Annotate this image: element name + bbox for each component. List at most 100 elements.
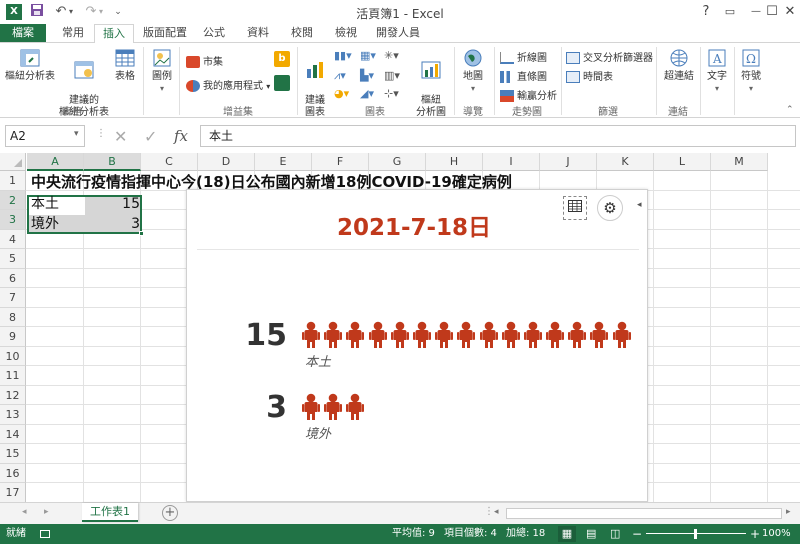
row-header-17[interactable]: 17 <box>0 483 26 502</box>
tab-home[interactable]: 常用 <box>54 24 92 42</box>
page-layout-view-icon[interactable]: ▤ <box>586 524 596 544</box>
slicer-button[interactable]: 交叉分析篩選器 <box>566 49 653 64</box>
text-button[interactable]: A 文字 ▾ <box>704 47 730 95</box>
statistic-chart-icon[interactable]: ▙▾ <box>360 69 382 83</box>
zoom-out-button[interactable]: − <box>632 524 642 544</box>
row-header-15[interactable]: 15 <box>0 444 26 464</box>
normal-view-icon[interactable]: ▦ <box>558 526 576 542</box>
column-header-c[interactable]: C <box>141 153 198 171</box>
scroll-sheets-right-icon[interactable]: ▸ <box>44 507 49 517</box>
collapse-ribbon-icon[interactable]: ⌃ <box>786 105 794 115</box>
hierarchy-chart-icon[interactable]: ▦▾ <box>360 49 382 63</box>
illustrations-button[interactable]: 圖例 ▾ <box>148 47 176 95</box>
people-graph-icon[interactable] <box>274 75 290 91</box>
scatter-chart-icon[interactable]: ✳▾ <box>384 49 406 63</box>
tab-formulas[interactable]: 公式 <box>196 24 232 42</box>
row-header-6[interactable]: 6 <box>0 268 26 288</box>
horizontal-scrollbar[interactable] <box>506 508 782 519</box>
row-header-12[interactable]: 12 <box>0 385 26 405</box>
tab-view[interactable]: 檢視 <box>328 24 364 42</box>
column-chart-icon[interactable]: ▮▮▾ <box>334 49 356 63</box>
charts-group-label: 圖表 <box>365 107 385 118</box>
horizontal-scroll-left-icon[interactable]: ◂ <box>494 507 499 517</box>
timeline-button[interactable]: 時間表 <box>566 68 613 83</box>
enter-icon[interactable]: ✓ <box>144 127 157 146</box>
row-header-14[interactable]: 14 <box>0 424 26 444</box>
tab-data[interactable]: 資料 <box>240 24 276 42</box>
hyperlink-button[interactable]: 超連結 <box>660 47 698 83</box>
tab-page-layout[interactable]: 版面配置 <box>138 24 192 42</box>
person-icon <box>501 321 521 348</box>
sheet-tab-active[interactable]: 工作表1 <box>82 503 138 522</box>
row-header-11[interactable]: 11 <box>0 366 26 386</box>
row-header-5[interactable]: 5 <box>0 249 26 269</box>
area-chart-icon[interactable]: ◢▾ <box>360 87 382 101</box>
combo-chart-icon[interactable]: ⊹▾ <box>384 87 406 101</box>
formula-input[interactable]: 本土 <box>200 125 796 147</box>
row-header-16[interactable]: 16 <box>0 463 26 483</box>
cancel-icon[interactable]: ✕ <box>114 127 127 146</box>
file-tab[interactable]: 檔案 <box>0 24 46 42</box>
row-header-3[interactable]: 3 <box>0 210 26 230</box>
row-header-10[interactable]: 10 <box>0 346 26 366</box>
select-all-corner[interactable] <box>0 153 26 171</box>
zoom-slider-thumb[interactable] <box>694 529 697 539</box>
cell-b3[interactable]: 3 <box>86 215 140 234</box>
new-sheet-button[interactable]: + <box>162 505 178 521</box>
sparkline-winloss-button[interactable]: 輸贏分析 <box>500 87 557 102</box>
cell-a3[interactable]: 境外 <box>31 215 59 234</box>
row-header-13[interactable]: 13 <box>0 405 26 425</box>
row-header-7[interactable]: 7 <box>0 288 26 308</box>
person-icon <box>301 393 321 420</box>
insert-function-icon[interactable]: fx <box>174 127 188 145</box>
pivot-table-button[interactable]: 樞紐分析表 <box>4 47 56 83</box>
ribbon-display-options-icon[interactable]: ▭ <box>716 0 744 24</box>
row-header-2[interactable]: 2 <box>0 190 26 210</box>
store-button[interactable]: 市集 <box>186 53 223 68</box>
column-header-j[interactable]: J <box>540 153 597 171</box>
horizontal-scroll-right-icon[interactable]: ▸ <box>786 507 791 517</box>
column-header-e[interactable]: E <box>255 153 312 171</box>
column-header-l[interactable]: L <box>654 153 711 171</box>
column-header-g[interactable]: G <box>369 153 426 171</box>
row-header-4[interactable]: 4 <box>0 229 26 249</box>
name-box-dropdown-icon[interactable]: ▾ <box>74 129 79 139</box>
zoom-in-button[interactable]: + <box>750 524 760 544</box>
column-header-i[interactable]: I <box>483 153 540 171</box>
column-header-f[interactable]: F <box>312 153 369 171</box>
waterfall-chart-icon[interactable]: ▥▾ <box>384 69 406 83</box>
column-header-k[interactable]: K <box>597 153 654 171</box>
page-break-view-icon[interactable]: ◫ <box>610 524 620 544</box>
column-header-h[interactable]: H <box>426 153 483 171</box>
tab-split-grip-icon[interactable]: ⋮ <box>484 506 494 517</box>
bing-maps-icon[interactable]: b <box>274 51 290 67</box>
people-graph-panel[interactable]: ⚙ ◂ 2021-7-18日 15 本土 3 境外 <box>186 189 648 502</box>
tab-developer[interactable]: 開發人員 <box>370 24 426 42</box>
zoom-level[interactable]: 100% <box>762 524 791 544</box>
line-chart-icon[interactable]: ⩘▾ <box>334 69 356 83</box>
row-header-8[interactable]: 8 <box>0 307 26 327</box>
map-button[interactable]: 地圖 ▾ <box>458 47 488 95</box>
macro-record-icon[interactable] <box>40 530 50 538</box>
table-button[interactable]: 表格 <box>110 47 140 83</box>
row-header-9[interactable]: 9 <box>0 327 26 347</box>
cell-a2[interactable]: 本土 <box>31 195 59 214</box>
my-apps-button[interactable]: 我的應用程式 ▾ <box>186 77 270 92</box>
column-header-m[interactable]: M <box>711 153 768 171</box>
scroll-sheets-left-icon[interactable]: ◂ <box>22 507 27 517</box>
column-header-b[interactable]: B <box>84 153 141 171</box>
cell-b2[interactable]: 15 <box>86 195 140 214</box>
timeline-label: 時間表 <box>583 72 613 83</box>
sparkline-column-button[interactable]: 直條圖 <box>500 68 547 83</box>
column-header-a[interactable]: A <box>27 153 84 171</box>
tab-review[interactable]: 校閱 <box>284 24 320 42</box>
name-box[interactable]: A2 <box>5 125 85 147</box>
row-header-1[interactable]: 1 <box>0 171 26 191</box>
column-header-d[interactable]: D <box>198 153 255 171</box>
tab-insert[interactable]: 插入 <box>94 24 134 43</box>
close-button[interactable]: ✕ <box>776 0 800 24</box>
formula-bar-grip-icon[interactable]: ⋮ <box>96 128 106 139</box>
sparkline-line-button[interactable]: 折線圖 <box>500 49 547 64</box>
symbols-button[interactable]: Ω 符號 ▾ <box>738 47 764 95</box>
pie-chart-icon[interactable]: ◕▾ <box>334 87 356 101</box>
